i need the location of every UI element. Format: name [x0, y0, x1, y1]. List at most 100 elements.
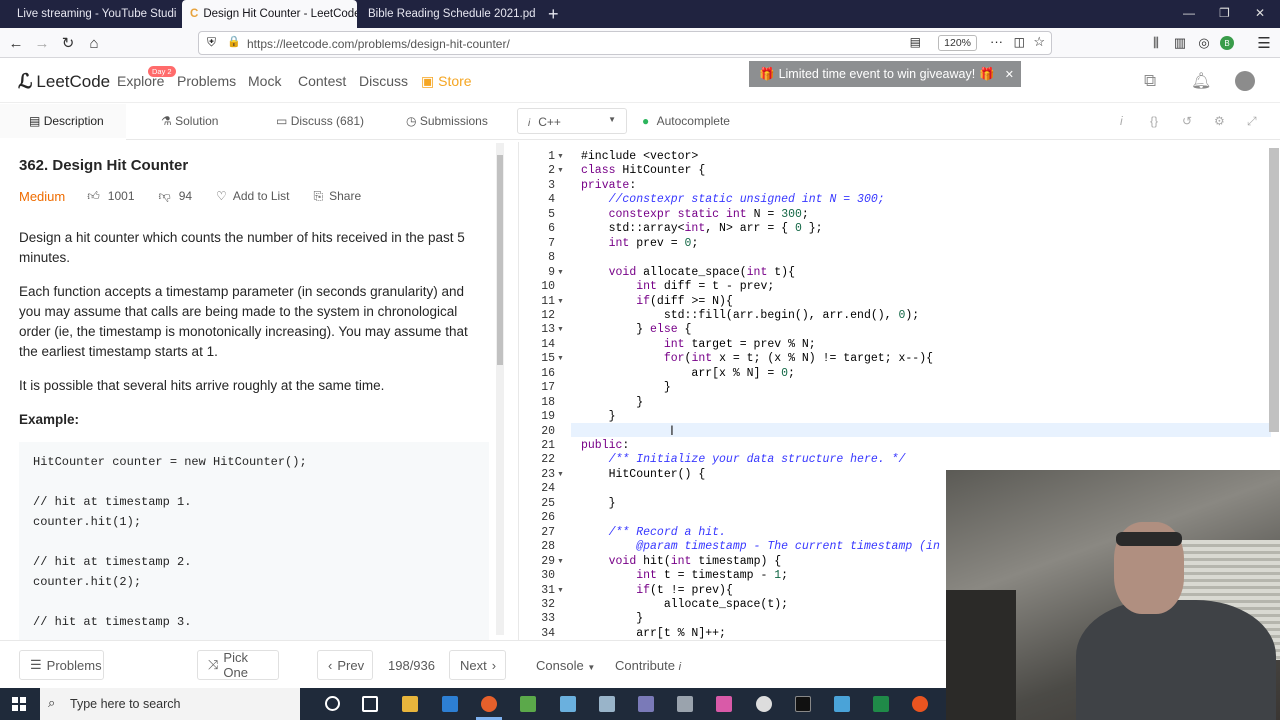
- calculator-icon[interactable]: [677, 696, 693, 712]
- heart-icon[interactable]: ♡: [216, 189, 227, 203]
- reset-icon[interactable]: ↺: [1182, 114, 1192, 128]
- code-line[interactable]: class HitCounter {: [581, 164, 705, 177]
- new-tab-button[interactable]: +: [540, 0, 566, 28]
- fold-arrow-icon[interactable]: ▼: [557, 587, 564, 594]
- settings-gear-icon[interactable]: ⚙: [1214, 114, 1225, 128]
- notepad-plus-icon[interactable]: [520, 696, 536, 712]
- code-line[interactable]: int prev = 0;: [581, 237, 699, 250]
- task-view-icon[interactable]: [362, 696, 378, 712]
- code-line[interactable]: arr[t % N]++;: [581, 627, 726, 640]
- tab-solution[interactable]: ⚗ Solution: [161, 114, 218, 128]
- notification-bell-icon[interactable]: 🔔︎: [1191, 71, 1211, 91]
- info-icon[interactable]: i: [1120, 114, 1123, 128]
- app-icon[interactable]: [716, 696, 732, 712]
- code-line[interactable]: constexpr static int N = 300;: [581, 208, 809, 221]
- fold-arrow-icon[interactable]: ▼: [557, 471, 564, 478]
- contribute-button[interactable]: Contribute i: [615, 658, 681, 673]
- fold-arrow-icon[interactable]: ▼: [557, 153, 564, 160]
- close-toast-icon[interactable]: ✕: [1005, 68, 1014, 81]
- library-icon[interactable]: ⫼: [1146, 33, 1166, 53]
- language-select[interactable]: i C++ ▼: [517, 108, 627, 134]
- code-line[interactable]: #include <vector>: [581, 150, 698, 163]
- home-icon[interactable]: ⌂: [84, 33, 104, 53]
- code-line[interactable]: } else {: [581, 323, 691, 336]
- fold-arrow-icon[interactable]: ▼: [557, 167, 564, 174]
- app-icon[interactable]: [599, 696, 615, 712]
- code-line[interactable]: /** Initialize your data structure here.…: [581, 453, 906, 466]
- share-icon[interactable]: ⎘: [314, 189, 324, 204]
- extension-icon[interactable]: B: [1220, 36, 1234, 50]
- nav-mock[interactable]: Mock: [248, 73, 281, 89]
- thumbs-down-icon[interactable]: 👎︎: [159, 189, 171, 204]
- more-actions-icon[interactable]: ···: [990, 34, 1003, 49]
- github-icon[interactable]: [756, 696, 772, 712]
- sidebar-icon[interactable]: ▥: [1170, 33, 1190, 53]
- code-line[interactable]: int t = timestamp - 1;: [581, 569, 788, 582]
- fold-arrow-icon[interactable]: ▼: [557, 355, 564, 362]
- fold-arrow-icon[interactable]: ▼: [557, 298, 564, 305]
- terminal-icon[interactable]: [795, 696, 811, 712]
- forward-icon[interactable]: →: [32, 33, 52, 53]
- ubuntu-icon[interactable]: [912, 696, 928, 712]
- fold-arrow-icon[interactable]: ▼: [557, 326, 564, 333]
- code-line[interactable]: void hit(int timestamp) {: [581, 555, 782, 568]
- braces-icon[interactable]: {}: [1150, 114, 1158, 128]
- account-icon[interactable]: ◎: [1194, 33, 1214, 53]
- code-line[interactable]: }: [581, 410, 616, 423]
- fullscreen-icon[interactable]: ⤢: [1247, 114, 1257, 129]
- code-line[interactable]: if(diff >= N){: [581, 295, 733, 308]
- code-line[interactable]: private:: [581, 179, 636, 192]
- code-line[interactable]: std::fill(arr.begin(), arr.end(), 0);: [581, 309, 919, 322]
- playground-icon[interactable]: ⧉: [1144, 71, 1156, 91]
- code-line[interactable]: arr[x % N] = 0;: [581, 367, 795, 380]
- pick-one-button[interactable]: ⤨ Pick One: [197, 650, 279, 680]
- problems-list-button[interactable]: ☰ Problems: [19, 650, 104, 680]
- code-line[interactable]: //constexpr static unsigned int N = 300;: [581, 193, 885, 206]
- avatar[interactable]: [1235, 71, 1255, 91]
- browser-tab-youtube[interactable]: Live streaming - YouTube Studi ✕: [4, 0, 182, 28]
- reload-icon[interactable]: ↻: [58, 33, 78, 53]
- giveaway-toast[interactable]: 🎁 Limited time event to win giveaway! 🎁 ✕: [749, 61, 1021, 87]
- excel-icon[interactable]: [873, 696, 889, 712]
- prev-button[interactable]: ‹ Prev: [317, 650, 373, 680]
- app-icon[interactable]: [638, 696, 654, 712]
- code-line[interactable]: void allocate_space(int t){: [581, 266, 795, 279]
- code-line[interactable]: /** Record a hit.: [581, 526, 726, 539]
- code-line[interactable]: @param timestamp - The current timestamp…: [581, 540, 953, 553]
- thumbs-up-icon[interactable]: 👍︎: [87, 189, 100, 204]
- nav-store[interactable]: ▣ Store: [421, 73, 472, 90]
- code-line[interactable]: int target = prev % N;: [581, 338, 816, 351]
- vscode-icon[interactable]: [442, 696, 458, 712]
- share-button[interactable]: Share: [329, 189, 361, 203]
- add-to-list-button[interactable]: Add to List: [233, 189, 290, 203]
- code-line[interactable]: }: [581, 381, 671, 394]
- tab-submissions[interactable]: ◷ Submissions: [406, 114, 488, 128]
- next-button[interactable]: Next ›: [449, 650, 506, 680]
- browser-tab-leetcode[interactable]: C Design Hit Counter - LeetCode ✕: [182, 0, 357, 28]
- nav-problems[interactable]: Problems: [177, 73, 236, 89]
- console-button[interactable]: Console ▼: [536, 658, 595, 673]
- description-scrollbar[interactable]: [496, 143, 504, 635]
- nav-discuss[interactable]: Discuss: [359, 73, 408, 89]
- url-bar[interactable]: ⛨ 🔒 https://leetcode.com/problems/design…: [198, 31, 1052, 55]
- fold-arrow-icon[interactable]: ▼: [557, 269, 564, 276]
- windows-start-icon[interactable]: [12, 697, 26, 711]
- code-line[interactable]: HitCounter() {: [581, 468, 706, 481]
- code-line[interactable]: std::array<int, N> arr = { 0 };: [581, 222, 823, 235]
- tab-description[interactable]: ▤ Description: [29, 114, 104, 128]
- code-line[interactable]: public:: [581, 439, 629, 452]
- reader-view-icon[interactable]: ▤: [910, 35, 921, 49]
- editor-scrollbar[interactable]: [1269, 148, 1279, 432]
- browser-tab-pdf[interactable]: Bible Reading Schedule 2021.pdf ✕: [360, 0, 535, 28]
- minimize-icon[interactable]: —: [1183, 6, 1195, 20]
- file-explorer-icon[interactable]: [402, 696, 418, 712]
- code-line[interactable]: for(int x = t; (x % N) != target; x--){: [581, 352, 933, 365]
- firefox-icon[interactable]: [481, 696, 497, 712]
- back-icon[interactable]: ←: [6, 33, 26, 53]
- app-icon[interactable]: [834, 696, 850, 712]
- zoom-level[interactable]: 120%: [938, 35, 977, 51]
- taskbar-search-input[interactable]: ⌕ Type here to search: [40, 688, 300, 720]
- code-line[interactable]: }: [581, 612, 643, 625]
- code-line[interactable]: }: [581, 396, 643, 409]
- code-line[interactable]: allocate_space(t);: [581, 598, 788, 611]
